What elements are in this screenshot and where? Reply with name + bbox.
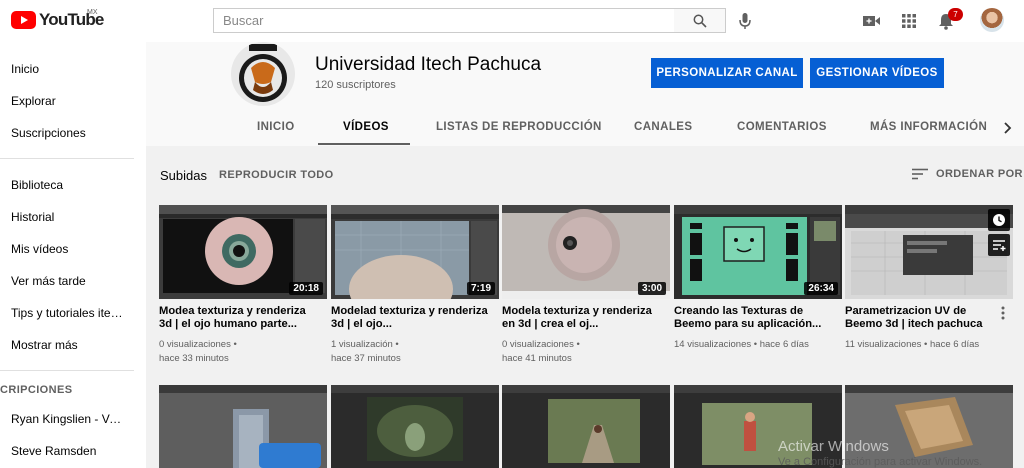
sidebar-item-ver-mas-tarde[interactable]: Ver más tarde xyxy=(11,274,123,288)
video-age: hace 6 días xyxy=(930,339,980,350)
manage-videos-button[interactable]: GESTIONAR VÍDEOS xyxy=(810,58,944,88)
sidebar-divider xyxy=(0,370,134,371)
queue-icon xyxy=(993,240,1006,251)
sidebar-item-explorar[interactable]: Explorar xyxy=(11,94,123,108)
clock-icon xyxy=(993,214,1005,226)
channel-avatar[interactable] xyxy=(231,42,295,106)
sidebar-item-mis-videos[interactable]: Mis vídeos xyxy=(11,242,123,256)
subscriptions-heading: CRIPCIONES xyxy=(0,384,73,396)
video-views: 0 visualizaciones xyxy=(159,339,231,350)
uploads-heading: Subidas xyxy=(160,168,207,183)
video-thumbnail[interactable]: 7:19 xyxy=(331,205,499,299)
sidebar-item-biblioteca[interactable]: Biblioteca xyxy=(11,178,123,192)
video-age: hace 41 minutos xyxy=(502,353,572,364)
video-age: hace 6 días xyxy=(759,339,809,350)
apps-grid-icon[interactable] xyxy=(899,11,919,31)
sidebar-item-historial[interactable]: Historial xyxy=(11,210,123,224)
video-views: 14 visualizaciones xyxy=(674,339,752,350)
active-tab-indicator xyxy=(318,143,410,145)
video-thumbnail[interactable]: 26:34 xyxy=(674,205,842,299)
tab-mas-informacion[interactable]: MÁS INFORMACIÓN xyxy=(870,121,987,133)
video-duration: 26:34 xyxy=(804,282,838,295)
tab-videos[interactable]: VÍDEOS xyxy=(343,121,389,133)
top-bar: YouTube MX 7 xyxy=(0,0,1024,42)
tab-canales[interactable]: CANALES xyxy=(634,121,692,133)
sort-button[interactable]: ORDENAR POR xyxy=(912,168,1023,180)
video-views: 1 visualización xyxy=(331,339,393,350)
notification-badge: 7 xyxy=(948,8,963,21)
video-title[interactable]: Modea texturiza y renderiza 3d | el ojo … xyxy=(159,305,319,331)
search-icon xyxy=(693,14,707,28)
add-to-queue-button[interactable] xyxy=(988,234,1010,256)
sidebar: Inicio Explorar Suscripciones Biblioteca… xyxy=(0,42,146,468)
video-age: hace 37 minutos xyxy=(331,353,401,364)
video-meta: 0 visualizaciones • hace 41 minutos xyxy=(502,339,580,364)
video-duration: 20:18 xyxy=(289,282,323,295)
search-box xyxy=(213,8,675,33)
video-title[interactable]: Creando las Texturas de Beemo para su ap… xyxy=(674,305,834,331)
video-duration: 3:00 xyxy=(637,282,666,295)
video-thumbnail[interactable] xyxy=(331,385,499,468)
thumbnail-image xyxy=(502,385,670,468)
sidebar-item-playlist[interactable]: Tips y tutoriales itec... xyxy=(11,306,123,320)
video-title[interactable]: Modela texturiza y renderiza en 3d | cre… xyxy=(502,305,662,331)
video-meta: 1 visualización • hace 37 minutos xyxy=(331,339,401,364)
video-age: hace 33 minutos xyxy=(159,353,229,364)
video-meta: 11 visualizaciones • hace 6 días xyxy=(845,339,980,350)
video-views: 0 visualizaciones xyxy=(502,339,574,350)
sort-label: ORDENAR POR xyxy=(936,168,1023,180)
windows-activation-title: Activar Windows xyxy=(778,438,889,455)
customize-channel-button[interactable]: PERSONALIZAR CANAL xyxy=(651,58,803,88)
user-avatar[interactable] xyxy=(980,8,1004,32)
tab-comentarios[interactable]: COMENTARIOS xyxy=(737,121,827,133)
thumbnail-image xyxy=(331,385,499,468)
thumbnail-image xyxy=(159,385,327,468)
play-logo-icon xyxy=(11,11,36,29)
subscriber-count: 120 suscriptores xyxy=(315,79,396,91)
video-duration: 7:19 xyxy=(466,282,495,295)
sort-icon xyxy=(912,168,928,180)
play-all-button[interactable]: REPRODUCIR TODO xyxy=(219,169,334,181)
watch-later-button[interactable] xyxy=(988,209,1010,231)
microphone-icon[interactable] xyxy=(735,11,755,31)
tab-listas[interactable]: LISTAS DE REPRODUCCIÓN xyxy=(436,121,602,133)
sidebar-item-mostrar-mas[interactable]: Mostrar más xyxy=(11,338,123,352)
video-title[interactable]: Parametrizacion UV de Beemo 3d | itech p… xyxy=(845,305,1005,331)
video-thumbnail[interactable]: 20:18 xyxy=(159,205,327,299)
more-options-icon[interactable] xyxy=(999,305,1007,321)
search-input[interactable] xyxy=(214,9,674,32)
video-thumbnail[interactable]: 3:00 xyxy=(502,205,670,299)
video-thumbnail[interactable] xyxy=(159,385,327,468)
video-meta: 14 visualizaciones • hace 6 días xyxy=(674,339,809,350)
subscription-item[interactable]: Steve Ramsden xyxy=(11,444,123,458)
video-thumbnail[interactable] xyxy=(502,385,670,468)
chevron-right-icon[interactable] xyxy=(1002,121,1012,135)
country-code: MX xyxy=(87,9,98,16)
tab-inicio[interactable]: INICIO xyxy=(257,121,295,133)
sidebar-divider xyxy=(0,158,134,159)
subscription-item[interactable]: Ryan Kingslien - Vert... xyxy=(11,412,123,426)
video-views: 11 visualizaciones xyxy=(845,339,922,350)
sidebar-item-suscripciones[interactable]: Suscripciones xyxy=(11,126,123,140)
create-video-icon[interactable] xyxy=(861,11,881,31)
video-title[interactable]: Modelad texturiza y renderiza 3d | el oj… xyxy=(331,305,491,331)
channel-name: Universidad Itech Pachuca xyxy=(315,54,542,75)
search-button[interactable] xyxy=(674,8,726,33)
video-meta: 0 visualizaciones • hace 33 minutos xyxy=(159,339,237,364)
sidebar-item-inicio[interactable]: Inicio xyxy=(11,62,123,76)
windows-activation-text: Ve a Configuración para activar Windows. xyxy=(778,456,983,468)
